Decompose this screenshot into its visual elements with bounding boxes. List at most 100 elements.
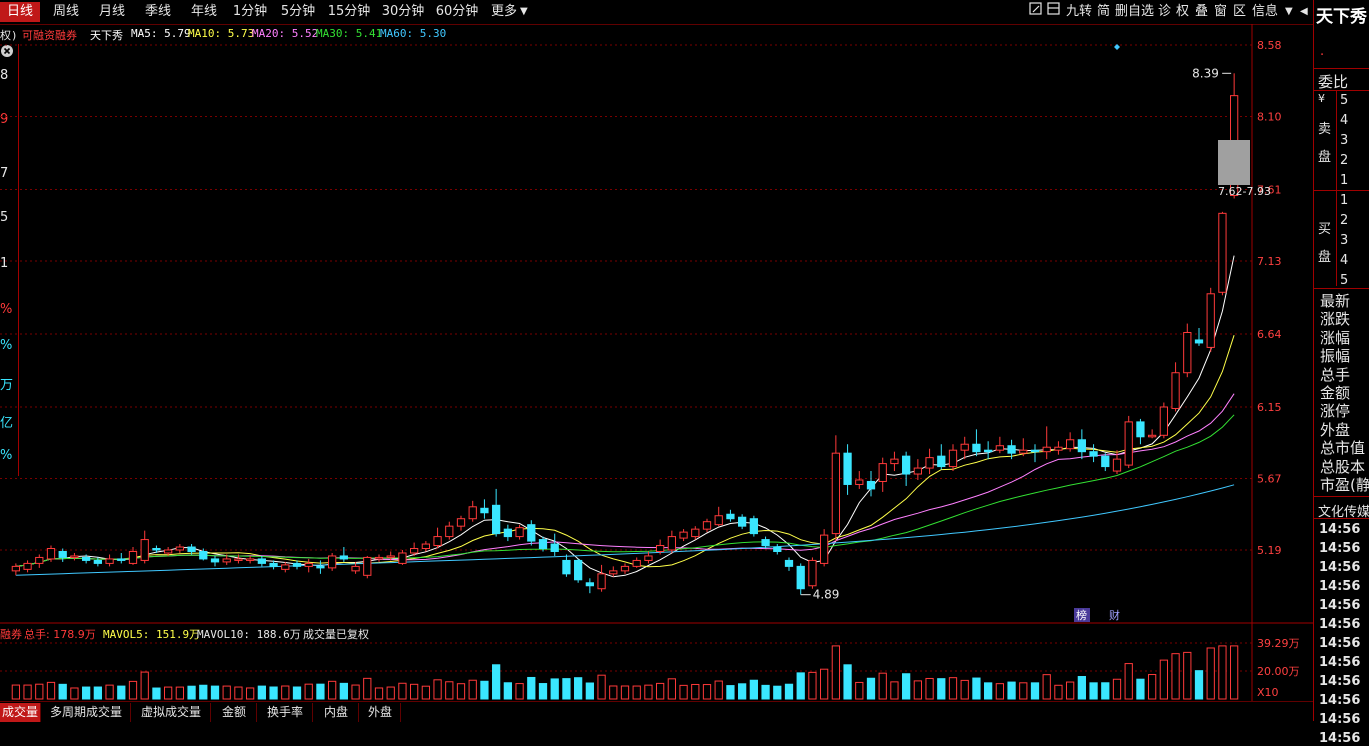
volume-bar <box>421 685 430 700</box>
candle-body <box>855 479 864 485</box>
tab-virtual-volume[interactable]: 虚拟成交量 <box>132 703 211 722</box>
tab-inner[interactable]: 内盘 <box>314 703 359 722</box>
candle-body <box>1194 339 1204 344</box>
sell-level: 2 <box>1340 153 1349 168</box>
volume-bar <box>1171 653 1180 700</box>
candle-body <box>199 550 208 560</box>
candle-body <box>222 558 231 563</box>
candle-body <box>128 550 138 564</box>
volume-bar <box>410 683 419 700</box>
candle-body <box>773 546 782 552</box>
kline-chart[interactable]: 8.588.107.617.136.646.155.675.1939.29万20… <box>0 0 1313 701</box>
diamond-marker <box>1114 44 1120 50</box>
volume-bar <box>550 678 559 700</box>
buy-level: 2 <box>1340 213 1349 228</box>
candle-body <box>480 507 489 514</box>
volume-bar <box>726 685 735 700</box>
candle-body <box>913 467 922 475</box>
candle-body <box>574 559 583 581</box>
candle-body <box>456 518 466 527</box>
tab-turnover[interactable]: 换手率 <box>258 703 313 722</box>
trade-time: 14:56 <box>1319 579 1361 594</box>
candle-body <box>714 515 723 526</box>
candle-body <box>1077 439 1086 453</box>
volume-bar <box>93 686 102 700</box>
volume-bar <box>1030 682 1040 700</box>
trade-time: 14:56 <box>1319 598 1361 613</box>
volume-bar <box>23 684 32 700</box>
candle-body <box>1054 446 1063 451</box>
volume-bar <box>843 664 852 700</box>
volume-total: 总手: 178.9万 <box>24 628 96 641</box>
volume-bar <box>164 686 173 700</box>
candle-body <box>667 536 676 551</box>
candle-body <box>784 559 794 567</box>
candle-body <box>1136 421 1145 438</box>
cai-label: 财 <box>1109 608 1120 622</box>
candle-body <box>1112 458 1122 472</box>
divider <box>1313 68 1369 69</box>
candle-body <box>35 556 44 564</box>
candle-body <box>210 558 220 563</box>
trade-time: 14:56 <box>1319 541 1361 556</box>
volume-bar <box>117 685 126 700</box>
volume-bar <box>316 683 325 700</box>
candle-body <box>1171 372 1180 409</box>
candle-body <box>925 457 934 469</box>
candle-body <box>70 555 79 558</box>
candle-body <box>11 565 20 572</box>
candle-body <box>316 565 325 569</box>
volume-bar <box>35 683 44 700</box>
volume-bar <box>609 685 618 700</box>
volume-bar <box>199 684 208 700</box>
candle-body <box>843 452 852 485</box>
ma10-line <box>15 335 1235 568</box>
volume-bar <box>972 677 981 700</box>
candle-body <box>152 548 161 551</box>
volume-bar <box>1206 647 1215 700</box>
candle-body <box>808 559 817 587</box>
candle-body <box>374 556 384 560</box>
candle-body <box>105 558 114 564</box>
volume-bar <box>351 684 360 700</box>
buy-level: 1 <box>1340 193 1349 208</box>
tab-amount[interactable]: 金额 <box>212 703 257 722</box>
candle-body <box>948 449 958 468</box>
volume-bar <box>1007 681 1016 700</box>
tab-outer[interactable]: 外盘 <box>360 703 401 722</box>
volume-bar <box>363 677 372 700</box>
price-axis-label: 8.10 <box>1257 111 1282 124</box>
volume-axis-label: 20.00万 <box>1257 665 1300 678</box>
volume-bar <box>714 680 723 700</box>
candle-body <box>656 545 665 552</box>
quote-field-10: 市盈(静 <box>1320 476 1369 494</box>
candle-body <box>246 558 255 561</box>
tab-multi-volume[interactable]: 多周期成交量 <box>42 703 131 722</box>
divider <box>1336 90 1337 286</box>
volume-bar <box>445 681 454 700</box>
volume-bar <box>304 683 313 700</box>
indicator-tabs: 成交量 多周期成交量 虚拟成交量 金额 换手率 内盘 外盘 <box>0 701 1313 722</box>
candle-body <box>93 559 102 564</box>
tab-volume[interactable]: 成交量 <box>0 703 41 722</box>
volume-bar <box>995 683 1004 700</box>
volume-bar <box>503 682 512 700</box>
volume-bar <box>656 682 665 700</box>
candle-body <box>58 550 67 558</box>
divider <box>1313 518 1369 519</box>
sell-level: 1 <box>1340 173 1349 188</box>
candle-body <box>679 531 688 539</box>
volume-bar <box>691 683 700 700</box>
candle-body <box>738 516 747 527</box>
volume-bar <box>644 684 653 700</box>
candle-body <box>492 504 501 535</box>
candle-body <box>995 445 1004 451</box>
candle-body <box>878 463 887 482</box>
volume-bar <box>562 678 571 700</box>
candle-body <box>691 528 700 538</box>
candle-body <box>23 562 32 570</box>
volume-bar <box>281 685 290 700</box>
candle-body <box>585 582 594 587</box>
candle-body <box>386 555 395 558</box>
candle-body <box>538 539 548 550</box>
